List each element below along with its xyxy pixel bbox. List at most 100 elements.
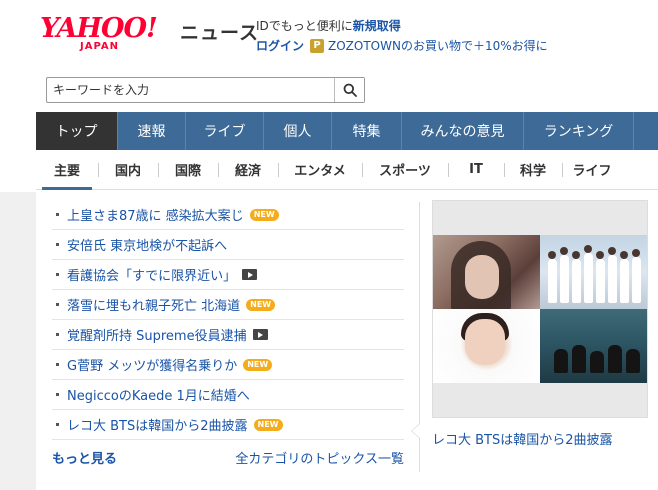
- topic-title[interactable]: NegiccoのKaede 1月に結婚へ: [67, 385, 250, 404]
- login-link[interactable]: ログイン: [256, 37, 304, 54]
- photo-detail: [584, 253, 593, 303]
- bullet: [56, 303, 59, 306]
- id-promo: IDでもっと便利に新規取得: [256, 17, 401, 34]
- photo-detail: [560, 255, 569, 303]
- search-button[interactable]: [334, 78, 364, 102]
- topic-item[interactable]: 安倍氏 東京地検が不起訴へ: [52, 230, 404, 260]
- bullet: [56, 363, 59, 366]
- logo-wordmark: YAHOO!: [40, 13, 158, 44]
- topic-title[interactable]: G菅野 メッツが獲得名乗りか: [67, 355, 237, 374]
- section-title[interactable]: ニュース: [180, 18, 259, 45]
- topic-item[interactable]: 落雪に埋もれ親子死亡 北海道 NEW: [52, 290, 404, 320]
- new-badge: NEW: [249, 208, 279, 221]
- id-promo-text: IDでもっと便利に: [256, 19, 353, 33]
- login-promo: ログイン P ZOZOTOWNのお買い物で＋10%お得に: [256, 37, 548, 54]
- nav-top[interactable]: トップ: [36, 112, 118, 150]
- video-icon: [242, 269, 258, 280]
- zozotown-promo-link[interactable]: ZOZOTOWNのお買い物で＋10%お得に: [328, 37, 548, 54]
- topic-item[interactable]: NegiccoのKaede 1月に結婚へ: [52, 380, 404, 410]
- topics-panel: 上皇さま87歳に 感染拡大案じ NEW 安倍氏 東京地検が不起訴へ 看護協会「す…: [36, 192, 420, 490]
- new-badge: NEW: [243, 358, 273, 371]
- photo-caption-link[interactable]: レコ大 BTSは韓国から2曲披露: [432, 429, 613, 448]
- search-icon: [343, 83, 357, 97]
- photo-detail: [560, 247, 568, 255]
- tab-economy[interactable]: 経済: [218, 150, 278, 190]
- photo-detail: [554, 349, 568, 373]
- register-link[interactable]: 新規取得: [353, 19, 401, 33]
- photo-detail: [632, 257, 641, 303]
- nav-individual[interactable]: 個人: [264, 112, 332, 150]
- bullet: [56, 393, 59, 396]
- photo-detail: [620, 259, 629, 303]
- tab-it[interactable]: IT: [448, 150, 504, 190]
- tab-sports[interactable]: スポーツ: [362, 150, 448, 190]
- tab-domestic[interactable]: 国内: [98, 150, 158, 190]
- photo-detail: [596, 251, 604, 259]
- photo-detail: [608, 255, 617, 303]
- logo-sub: JAPAN: [80, 41, 119, 52]
- topic-item[interactable]: 上皇さま87歳に 感染拡大案じ NEW: [52, 200, 404, 230]
- bullet: [56, 423, 59, 426]
- more-row: もっと見る 全カテゴリのトピックス一覧: [52, 448, 404, 467]
- tab-life[interactable]: ライフ: [562, 150, 622, 190]
- nav-live[interactable]: ライブ: [186, 112, 264, 150]
- topic-title[interactable]: 上皇さま87歳に 感染拡大案じ: [67, 205, 244, 224]
- photo-detail: [620, 251, 628, 259]
- bullet: [56, 333, 59, 336]
- topic-item[interactable]: 覚醒剤所持 Supreme役員逮捕: [52, 320, 404, 350]
- pointer-arrow: [412, 424, 420, 438]
- photo-detail: [465, 319, 505, 365]
- bullet: [56, 243, 59, 246]
- tab-entertainment[interactable]: エンタメ: [278, 150, 362, 190]
- new-badge: NEW: [246, 298, 276, 311]
- topic-title[interactable]: 覚醒剤所持 Supreme役員逮捕: [67, 325, 247, 344]
- topic-item[interactable]: G菅野 メッツが獲得名乗りか NEW: [52, 350, 404, 380]
- photo-smiling-singer: [433, 309, 540, 383]
- photo-collage: [433, 235, 647, 383]
- bullet: [56, 213, 59, 216]
- photo-detail: [465, 255, 499, 299]
- main-nav: トップ 速報 ライブ 個人 特集 みんなの意見 ランキング: [36, 112, 658, 150]
- photo-detail: [632, 249, 640, 257]
- nav-features[interactable]: 特集: [332, 112, 402, 150]
- photo-detail: [626, 349, 640, 373]
- video-icon: [252, 329, 268, 340]
- more-link[interactable]: もっと見る: [52, 448, 117, 467]
- tab-world[interactable]: 国際: [158, 150, 218, 190]
- photo-detail: [548, 259, 557, 303]
- topic-title[interactable]: レコ大 BTSは韓国から2曲披露: [67, 415, 248, 434]
- search-input[interactable]: [47, 78, 334, 102]
- category-nav: 主要 国内 国際 経済 エンタメ スポーツ IT 科学 ライフ: [36, 150, 658, 190]
- left-gutter-strip: [0, 192, 36, 490]
- photo-detail: [572, 259, 581, 303]
- featured-photo[interactable]: [432, 200, 648, 418]
- topic-title[interactable]: 落雪に埋もれ親子死亡 北海道: [67, 295, 240, 314]
- photo-detail: [590, 351, 604, 373]
- search-box: [46, 77, 365, 103]
- photo-detail: [608, 247, 616, 255]
- yahoo-japan-logo[interactable]: YAHOO! JAPAN: [40, 14, 176, 56]
- bullet: [56, 273, 59, 276]
- photo-singer-portrait: [433, 235, 540, 309]
- photo-detail: [572, 251, 580, 259]
- tab-main[interactable]: 主要: [36, 150, 98, 190]
- nav-ranking[interactable]: ランキング: [524, 112, 634, 150]
- photo-detail: [608, 345, 622, 373]
- topic-list: 上皇さま87歳に 感染拡大案じ NEW 安倍氏 東京地検が不起訴へ 看護協会「す…: [52, 200, 404, 440]
- photo-detail: [596, 259, 605, 303]
- points-icon: P: [310, 38, 325, 53]
- topic-title[interactable]: 安倍氏 東京地検が不起訴へ: [67, 235, 227, 254]
- photo-band: [540, 309, 647, 383]
- topic-title[interactable]: 看護協会「すでに限界近い」: [67, 265, 236, 284]
- photo-detail: [572, 345, 586, 373]
- all-topics-link[interactable]: 全カテゴリのトピックス一覧: [235, 448, 404, 467]
- topic-item[interactable]: レコ大 BTSは韓国から2曲披露 NEW: [52, 410, 404, 440]
- photo-group: [540, 235, 647, 309]
- photo-detail: [584, 245, 592, 253]
- nav-opinions[interactable]: みんなの意見: [402, 112, 524, 150]
- photo-detail: [548, 251, 556, 259]
- tab-science[interactable]: 科学: [504, 150, 562, 190]
- nav-breaking[interactable]: 速報: [118, 112, 186, 150]
- new-badge: NEW: [253, 418, 283, 431]
- topic-item[interactable]: 看護協会「すでに限界近い」: [52, 260, 404, 290]
